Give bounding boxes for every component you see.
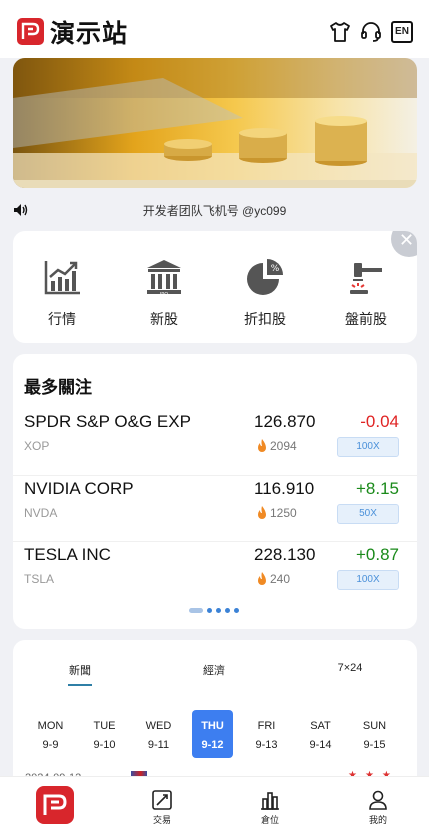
stock-row[interactable]: TESLA INC TSLA 228.130 240 +0.87 100X <box>13 541 417 607</box>
stock-row[interactable]: NVIDIA CORP NVDA 116.910 1250 +8.15 50X <box>13 475 417 541</box>
quick-item-label: 新股 <box>150 311 178 327</box>
trade-chart-icon <box>152 790 172 810</box>
day-sun[interactable]: SUN 9-15 <box>354 710 395 758</box>
home-logo-icon <box>43 794 67 815</box>
heat-value: 2094 <box>270 439 297 453</box>
heat-count: 1250 <box>256 506 297 520</box>
app-header: 演示站 EN <box>0 0 429 58</box>
language-switch-button[interactable]: EN <box>391 21 413 43</box>
notice-marquee-text: 开发者团队飞机号 @yc099 <box>142 204 287 218</box>
discount-pie-icon: % <box>247 259 283 295</box>
day-date: 9-13 <box>255 739 278 751</box>
nav-mine[interactable]: 我的 <box>348 789 408 826</box>
nav-label: 我的 <box>368 815 387 825</box>
flame-icon <box>258 572 266 585</box>
stock-name: NVIDIA CORP <box>24 479 134 498</box>
day-date: 9-15 <box>363 739 386 751</box>
pager-dot[interactable] <box>234 608 239 613</box>
day-name: SAT <box>310 720 331 732</box>
quick-item-market[interactable]: 行情 <box>22 257 102 329</box>
promo-banner[interactable] <box>13 58 417 188</box>
quick-item-ipo[interactable]: IPO 新股 <box>124 257 204 329</box>
pager-dot[interactable] <box>225 608 230 613</box>
quick-item-label: 行情 <box>48 311 76 327</box>
day-mon[interactable]: MON 9-9 <box>30 710 71 758</box>
day-thu-selected[interactable]: THU 9-12 <box>192 710 233 758</box>
stock-change: -0.04 <box>360 412 399 431</box>
pager-dot[interactable] <box>207 608 212 613</box>
day-sat[interactable]: SAT 9-14 <box>300 710 341 758</box>
close-quick-menu-button[interactable]: ✕ <box>391 231 417 257</box>
day-name: TUE <box>93 720 116 732</box>
tab-7x24[interactable]: 7×24 <box>320 662 380 674</box>
stock-price: 228.130 <box>254 545 316 564</box>
tab-news[interactable]: 新聞 <box>50 662 110 678</box>
headset-icon[interactable] <box>359 20 383 44</box>
nav-label: 倉位 <box>260 815 279 825</box>
home-logo-button[interactable] <box>36 786 74 824</box>
day-name: FRI <box>257 720 276 732</box>
day-fri[interactable]: FRI 9-13 <box>246 710 287 758</box>
stock-code: NVDA <box>24 506 58 520</box>
quick-item-label: 盤前股 <box>345 311 387 327</box>
pager-dot-active[interactable] <box>189 608 203 613</box>
ipo-building-icon: IPO <box>147 260 181 297</box>
stock-name: SPDR S&P O&G EXP <box>24 412 191 431</box>
flame-icon <box>258 439 266 452</box>
coins-banner-image <box>13 58 417 188</box>
app-logo <box>17 18 44 45</box>
stock-change: +8.15 <box>355 479 399 498</box>
quick-item-discount[interactable]: % 折扣股 <box>225 257 305 329</box>
svg-text:IPO: IPO <box>160 292 168 297</box>
heat-count: 2094 <box>256 439 297 453</box>
nav-trade[interactable]: 交易 <box>132 789 192 826</box>
day-tue[interactable]: TUE 9-10 <box>84 710 125 758</box>
heat-value: 240 <box>270 572 291 586</box>
day-name: WED <box>145 720 172 732</box>
day-date: 9-14 <box>309 739 332 751</box>
stock-price: 126.870 <box>254 412 316 431</box>
user-icon <box>369 790 387 810</box>
svg-text:%: % <box>271 264 280 274</box>
day-name: THU <box>201 720 224 732</box>
day-date: 9-11 <box>147 739 170 751</box>
close-icon: ✕ <box>399 231 415 250</box>
quick-menu-card: ✕ 行情 IPO 新股 % 折扣股 盤前股 <box>13 231 417 343</box>
heat-count: 240 <box>256 572 290 586</box>
stock-price: 116.910 <box>254 479 315 498</box>
stock-change: +0.87 <box>355 545 399 564</box>
stock-row[interactable]: SPDR S&P O&G EXP XOP 126.870 2094 -0.04 … <box>13 409 417 475</box>
shirt-icon[interactable] <box>328 20 352 44</box>
pager-dot[interactable] <box>216 608 221 613</box>
day-date: 9-12 <box>201 739 224 751</box>
leverage-badge: 100X <box>337 437 399 457</box>
day-date: 9-10 <box>93 739 116 751</box>
premarket-gavel-icon <box>350 263 382 294</box>
carousel-pager[interactable] <box>189 608 239 613</box>
stock-name: TESLA INC <box>24 545 111 564</box>
tab-economy[interactable]: 經濟 <box>184 662 244 678</box>
stock-code: XOP <box>24 439 50 453</box>
bottom-tab-bar: 交易 倉位 我的 <box>0 776 429 838</box>
stock-code: TSLA <box>24 572 55 586</box>
day-date: 9-9 <box>42 739 59 751</box>
leverage-badge: 50X <box>337 504 399 524</box>
flame-icon <box>258 506 266 519</box>
most-watched-card: 最多關注 SPDR S&P O&G EXP XOP 126.870 2094 -… <box>13 354 417 629</box>
day-name: SUN <box>362 720 387 732</box>
leverage-badge: 100X <box>337 570 399 590</box>
day-name: MON <box>37 720 64 732</box>
day-wed[interactable]: WED 9-11 <box>138 710 179 758</box>
nav-positions[interactable]: 倉位 <box>240 789 300 826</box>
position-bars-icon <box>261 792 279 810</box>
section-title: 最多關注 <box>24 378 92 397</box>
quick-item-premarket[interactable]: 盤前股 <box>326 257 406 329</box>
quick-item-label: 折扣股 <box>244 311 286 327</box>
app-title: 演示站 <box>50 19 129 48</box>
nav-label: 交易 <box>152 815 171 825</box>
market-chart-icon <box>44 261 80 295</box>
active-tab-indicator <box>68 684 92 686</box>
heat-value: 1250 <box>270 506 297 520</box>
